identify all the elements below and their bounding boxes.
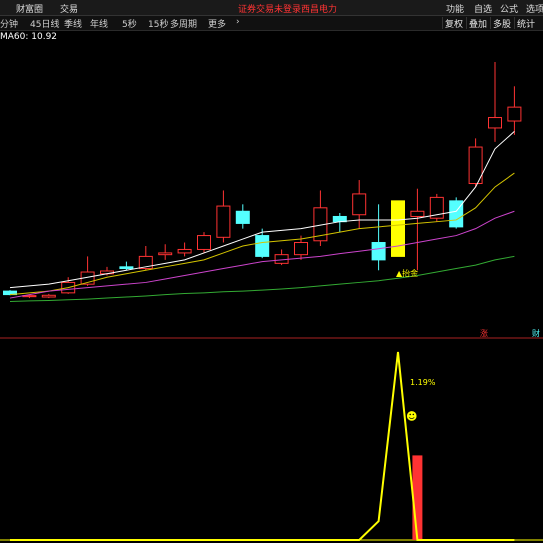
period-minute[interactable]: 分钟 [0,17,18,30]
login-status[interactable]: 证券交易未登录 [238,2,301,15]
tag-blue: 财 [532,329,540,338]
menu-item-functions[interactable]: 功能 [446,2,464,15]
candle-body [235,210,250,224]
candle-body [294,242,308,256]
menu-item-caifuquan[interactable]: 财富圈 [16,2,43,15]
candle-body [507,106,522,122]
candle-body [449,200,464,228]
percent-label: 1.19% [410,378,436,387]
chart-canvas[interactable] [0,0,543,543]
candle-body [488,117,502,129]
menu-item-options[interactable]: 选项 [526,2,543,15]
stats-button[interactable]: 统计 [514,17,537,30]
tag-red: 涨 [480,329,488,338]
stock-name: 西昌电力 [301,5,338,15]
multi-stock-button[interactable]: 多股 [490,17,513,30]
period-multi[interactable]: 多周期 [170,17,197,30]
candle-body [352,193,367,216]
period-45day[interactable]: 45日线 [30,17,59,30]
candle-body [119,266,134,270]
period-toolbar: 分钟 45日线 季线 年线 5秒 15秒 多周期 更多 › 复权 叠加 多股 统… [0,16,543,31]
candle-body [197,235,211,250]
candle-body [216,205,231,238]
indicator-pane [0,351,543,541]
menu-item-formula[interactable]: 公式 [500,2,518,15]
period-15s[interactable]: 15秒 [148,17,168,30]
menubar: 财富圈 交易 证券交易未登录 西昌电力 功能 自选 公式 选项 [0,0,543,16]
candle-body [410,210,425,217]
candle-body [371,242,386,261]
candle-body [255,235,270,257]
period-year[interactable]: 年线 [90,17,108,30]
ma-readout: MA60: 10.92 [0,32,58,42]
period-more[interactable]: 更多 [208,17,226,30]
overlay-button[interactable]: 叠加 [466,17,489,30]
period-quarter[interactable]: 季线 [64,17,82,30]
indicator-line [10,351,515,541]
smiley-icon: ☻ [406,410,418,423]
period-5s[interactable]: 5秒 [122,17,137,30]
menu-item-watchlist[interactable]: 自选 [474,2,492,15]
candle-group [3,62,522,299]
candle-body [158,252,173,256]
menu-item-trade[interactable]: 交易 [60,2,78,15]
candle-body [177,248,192,254]
candle-body [41,294,56,298]
buy-signal-label: ▲抬金 [396,269,419,278]
candle-body [391,200,405,257]
chevron-right-icon[interactable]: › [236,17,240,27]
adjust-button[interactable]: 复权 [442,17,465,30]
